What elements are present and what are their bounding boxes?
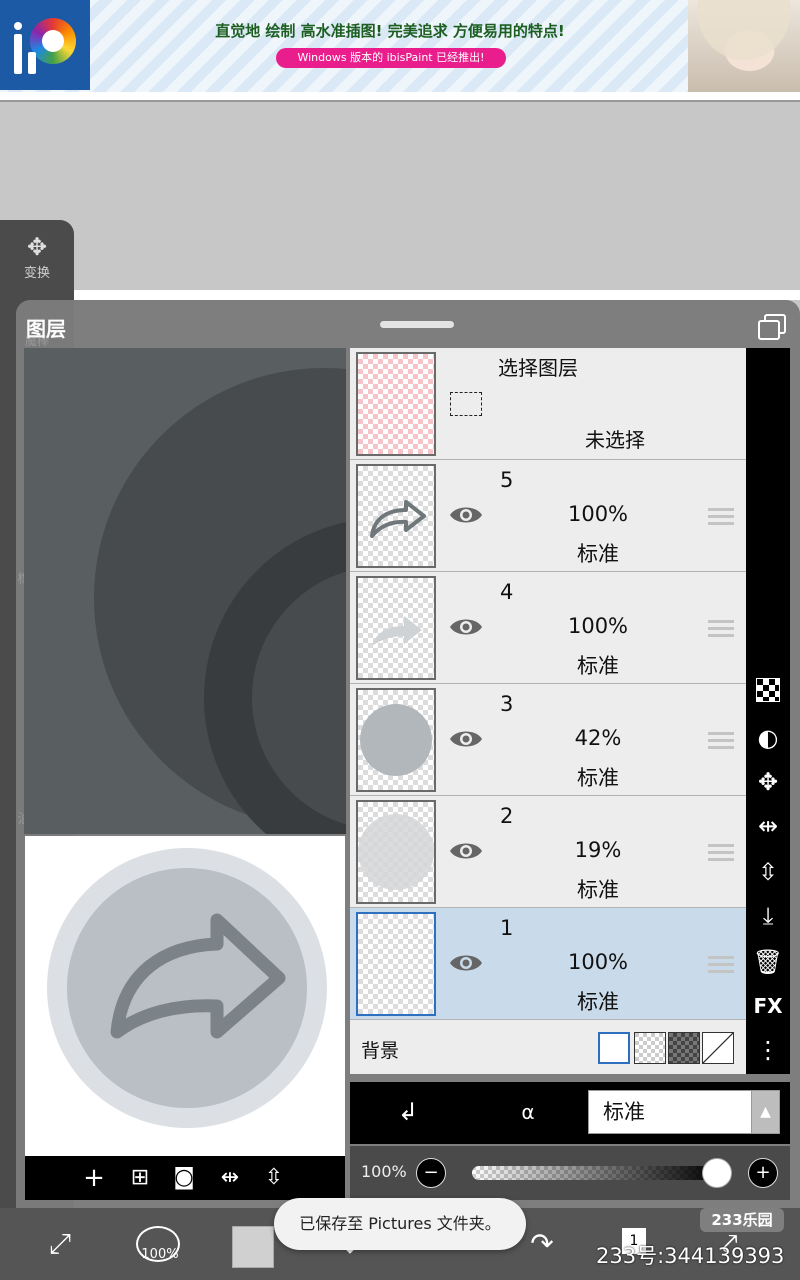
layer-number: 1: [500, 916, 514, 940]
camera-icon[interactable]: ◙: [164, 1158, 204, 1198]
background-white-swatch[interactable]: [598, 1032, 630, 1064]
opacity-decrease-button[interactable]: −: [416, 1158, 446, 1188]
layer-thumbnail: [356, 464, 436, 568]
banner-headline: 直觉地 绘制 高水准插图! 完美追求 方便易用的特点!: [215, 22, 565, 40]
layer-thumbnail: [356, 576, 436, 680]
fx-icon[interactable]: FX: [746, 994, 790, 1018]
background-transparent-swatch[interactable]: [634, 1032, 666, 1064]
opacity-value: 100%: [361, 1162, 407, 1181]
opacity-increase-button[interactable]: +: [748, 1158, 778, 1188]
maximize-icon[interactable]: [758, 314, 786, 340]
selection-layer-title: 选择图层: [498, 356, 578, 380]
layer-number: 2: [500, 804, 514, 828]
layer-number: 4: [500, 580, 514, 604]
banner-illustration: [688, 0, 800, 92]
selection-layer-row[interactable]: 选择图层 未选择: [350, 348, 746, 460]
blend-mode-select[interactable]: 标准 ▲: [588, 1090, 780, 1134]
background-none-swatch[interactable]: [702, 1032, 734, 1064]
layer-opacity: 42%: [574, 726, 622, 750]
layer-blend-mode: 标准: [577, 654, 619, 678]
layer-thumbnail: [356, 912, 436, 1016]
banner-subline: Windows 版本的 ibisPaint 已经推出!: [276, 48, 506, 68]
ibispaint-logo-icon: [0, 0, 90, 90]
opacity-slider-knob[interactable]: [702, 1158, 732, 1188]
clipping-icon[interactable]: ↲: [388, 1092, 428, 1132]
tool-label: 变换: [23, 266, 50, 281]
more-options-icon[interactable]: ⋮: [746, 1036, 790, 1064]
layer-row-5[interactable]: 5 100% 标准: [350, 460, 746, 572]
background-row: 背景: [350, 1022, 746, 1074]
panel-drag-handle[interactable]: [380, 321, 454, 328]
canvas-edge: [74, 290, 800, 300]
layer-preview: [25, 836, 345, 1156]
flip-vertical-icon[interactable]: ⇳: [254, 1158, 294, 1198]
layer-row-2[interactable]: 2 19% 标准: [350, 796, 746, 908]
checker-icon[interactable]: [746, 678, 790, 708]
selection-icon: [450, 392, 482, 416]
drag-handle-icon[interactable]: [708, 956, 734, 974]
layer-opacity: 100%: [567, 502, 629, 526]
tool-switch-icon[interactable]: ⤢: [36, 1224, 84, 1264]
ad-banner[interactable]: 直觉地 绘制 高水准插图! 完美追求 方便易用的特点! Windows 版本的 …: [0, 0, 800, 92]
save-toast: 已保存至 Pictures 文件夹。: [274, 1198, 526, 1250]
flip-horizontal-icon[interactable]: ⇹: [210, 1158, 250, 1198]
color-swatch[interactable]: [232, 1226, 274, 1268]
selection-state: 未选择: [585, 428, 645, 452]
eye-icon[interactable]: [448, 612, 484, 642]
layer-opacity: 100%: [567, 614, 629, 638]
flip-layer-horizontal-icon[interactable]: ⇹: [746, 812, 790, 840]
layer-blend-mode: 标准: [577, 542, 619, 566]
background-dark-swatch[interactable]: [668, 1032, 700, 1064]
duplicate-layer-icon[interactable]: ⊞: [120, 1158, 160, 1198]
banner-divider: [0, 92, 800, 102]
drag-handle-icon[interactable]: [708, 620, 734, 638]
merge-down-icon[interactable]: ⤓: [746, 902, 790, 930]
zoom-level: 100%: [141, 1247, 179, 1262]
tool-magic-wand[interactable]: ✳ 魔棒: [0, 318, 74, 349]
blend-mode-value: 标准: [603, 1100, 645, 1124]
background-label: 背景: [361, 1040, 400, 1062]
layer-blend-mode: 标准: [577, 766, 619, 790]
tool-label: 魔棒: [24, 334, 49, 348]
add-layer-icon[interactable]: +: [74, 1158, 114, 1198]
layer-thumbnail: [356, 688, 436, 792]
dropdown-arrow-icon: ▲: [751, 1091, 779, 1133]
layer-blend-mode: 标准: [577, 990, 619, 1014]
move-layer-icon[interactable]: ✥: [746, 768, 790, 796]
drag-handle-icon[interactable]: [708, 508, 734, 526]
watermark-logo: 233乐园: [700, 1208, 784, 1232]
selection-thumbnail: [356, 352, 436, 456]
layer-number: 3: [500, 692, 514, 716]
flip-layer-vertical-icon[interactable]: ⇳: [746, 858, 790, 886]
layer-row-3[interactable]: 3 42% 标准: [350, 684, 746, 796]
magic-wand-icon: ✳: [31, 317, 43, 333]
layer-thumbnail: [356, 800, 436, 904]
canvas-background: [24, 348, 346, 834]
layer-opacity: 19%: [574, 838, 622, 862]
eye-icon[interactable]: [448, 836, 484, 866]
tool-transform[interactable]: ✥ 变换: [0, 232, 74, 281]
layer-blend-mode: 标准: [577, 878, 619, 902]
eye-icon[interactable]: [448, 948, 484, 978]
layer-list: 选择图层 未选择 5 100% 标准 4 100% 标准 3 42% 标准 2 …: [350, 348, 746, 1074]
alpha-lock-icon[interactable]: ⍺: [508, 1092, 548, 1132]
eye-icon[interactable]: [448, 724, 484, 754]
layer-opacity: 100%: [567, 950, 629, 974]
layer-number: 5: [500, 468, 514, 492]
layer-row-1[interactable]: 1 100% 标准: [350, 908, 746, 1020]
layer-row-4[interactable]: 4 100% 标准: [350, 572, 746, 684]
move-icon: ✥: [26, 233, 48, 261]
eye-icon[interactable]: [448, 500, 484, 530]
watermark-id: 233号:344139393: [596, 1244, 785, 1268]
drag-handle-icon[interactable]: [708, 844, 734, 862]
trash-icon[interactable]: 🗑: [746, 948, 790, 976]
opacity-slider[interactable]: [472, 1166, 720, 1180]
invert-icon[interactable]: ◐: [746, 724, 790, 752]
drag-handle-icon[interactable]: [708, 732, 734, 750]
